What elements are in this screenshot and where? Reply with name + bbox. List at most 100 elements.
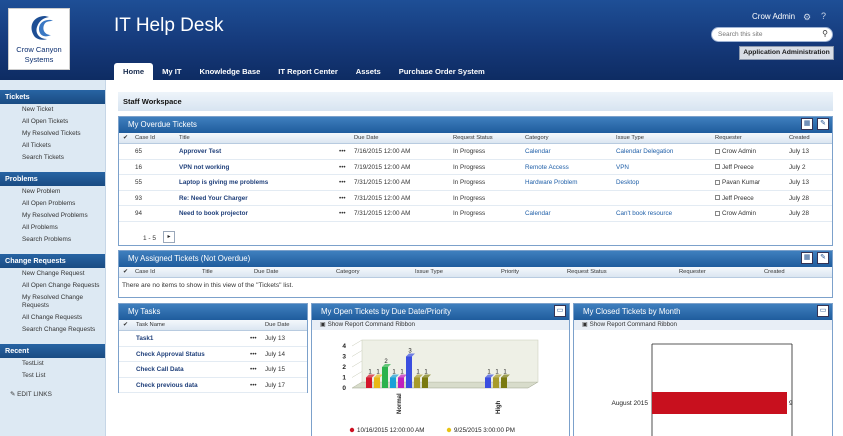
item-menu-icon[interactable]: ••• xyxy=(250,351,257,358)
table-row[interactable]: 16 VPN not working ••• 7/19/2015 12:00 A… xyxy=(119,160,832,175)
col-issue-type[interactable]: Issue Type xyxy=(616,135,644,141)
col-request-status[interactable]: Request Status xyxy=(567,269,607,275)
sidebar-heading-recent[interactable]: Recent xyxy=(0,344,105,358)
col-created[interactable]: Created xyxy=(764,269,785,275)
sidebar-item-test-list[interactable]: Test List xyxy=(0,370,105,382)
nav-tab-assets[interactable]: Assets xyxy=(347,63,390,80)
task-row[interactable]: Check Call Data ••• July 15 xyxy=(119,362,307,378)
issue-type-link[interactable]: VPN xyxy=(616,164,629,171)
col-category[interactable]: Category xyxy=(525,135,549,141)
col-request-status[interactable]: Request Status xyxy=(453,135,493,141)
nav-tab-knowledge-base[interactable]: Knowledge Base xyxy=(191,63,270,80)
item-menu-icon[interactable]: ••• xyxy=(339,148,346,155)
show-report-ribbon-link[interactable]: ▣ Show Report Command Ribbon xyxy=(312,320,569,330)
table-row[interactable]: 93 Re: Need Your Charger ••• 7/31/2015 1… xyxy=(119,191,832,206)
item-menu-icon[interactable]: ••• xyxy=(250,335,257,342)
col-due-date[interactable]: Due Date xyxy=(354,135,379,141)
sidebar-heading-tickets[interactable]: Tickets xyxy=(0,90,105,104)
sidebar-item-all-open-change-requests[interactable]: All Open Change Requests xyxy=(0,280,105,292)
application-administration-button[interactable]: Application Administration xyxy=(739,46,834,60)
select-all-check-icon[interactable]: ✔ xyxy=(123,135,128,141)
requester[interactable]: Jeff Preece xyxy=(715,164,754,171)
task-row[interactable]: Check previous data ••• July 17 xyxy=(119,378,307,393)
edit-links[interactable]: ✎ EDIT LINKS xyxy=(0,390,105,398)
sidebar-item-my-resolved-change-requests[interactable]: My Resolved Change Requests xyxy=(0,292,105,312)
col-title[interactable]: Title xyxy=(179,135,190,141)
item-menu-icon[interactable]: ••• xyxy=(339,179,346,186)
requester[interactable]: Crow Admin xyxy=(715,210,756,217)
ticket-title-link[interactable]: VPN not working xyxy=(179,164,229,171)
requester[interactable]: Crow Admin xyxy=(715,148,756,155)
task-row[interactable]: Check Approval Status ••• July 14 xyxy=(119,347,307,362)
col-task-name[interactable]: Task Name xyxy=(136,322,165,328)
sidebar-item-all-open-tickets[interactable]: All Open Tickets xyxy=(0,116,105,128)
search-icon[interactable]: ⚲ xyxy=(822,29,828,38)
select-all-check-icon[interactable]: ✔ xyxy=(123,269,128,275)
issue-type-link[interactable]: Desktop xyxy=(616,179,639,186)
sidebar-item-search-problems[interactable]: Search Problems xyxy=(0,234,105,246)
nav-tab-it-report-center[interactable]: IT Report Center xyxy=(269,63,347,80)
sidebar-item-all-open-problems[interactable]: All Open Problems xyxy=(0,198,105,210)
sidebar-heading-change-requests[interactable]: Change Requests xyxy=(0,254,105,268)
edit-icon[interactable]: ✎ xyxy=(817,252,829,264)
sidebar-item-new-problem[interactable]: New Problem xyxy=(0,186,105,198)
ticket-title-link[interactable]: Need to book projector xyxy=(179,210,248,217)
nav-tab-purchase-order-system[interactable]: Purchase Order System xyxy=(390,63,494,80)
user-menu[interactable]: Crow Admin xyxy=(752,12,795,21)
item-menu-icon[interactable]: ••• xyxy=(339,164,346,171)
edit-icon[interactable]: ✎ xyxy=(817,118,829,130)
col-category[interactable]: Category xyxy=(336,269,360,275)
sidebar-item-my-resolved-problems[interactable]: My Resolved Problems xyxy=(0,210,105,222)
ticket-title-link[interactable]: Re: Need Your Charger xyxy=(179,195,248,202)
sidebar-item-new-ticket[interactable]: New Ticket xyxy=(0,104,105,116)
export-icon[interactable]: ▭ xyxy=(554,305,566,317)
col-case-id[interactable]: Case Id xyxy=(135,269,155,275)
requester[interactable]: Pavan Kumar xyxy=(715,179,760,186)
col-case-id[interactable]: Case Id xyxy=(135,135,155,141)
sidebar-heading-problems[interactable]: Problems xyxy=(0,172,105,186)
ticket-title-link[interactable]: Approver Test xyxy=(179,148,221,155)
col-title[interactable]: Title xyxy=(202,269,213,275)
closed-tickets-chart[interactable]: August 2015 9 xyxy=(574,330,834,436)
category-link[interactable]: Calendar xyxy=(525,210,551,217)
col-requester[interactable]: Requester xyxy=(679,269,706,275)
col-task-due-date[interactable]: Due Date xyxy=(265,322,290,328)
requester[interactable]: Jeff Preece xyxy=(715,195,754,202)
item-menu-icon[interactable]: ••• xyxy=(250,366,257,373)
item-menu-icon[interactable]: ••• xyxy=(250,382,257,389)
ticket-title-link[interactable]: Laptop is giving me problems xyxy=(179,179,268,186)
export-icon[interactable]: ▦ xyxy=(801,252,813,264)
export-icon[interactable]: ▦ xyxy=(801,118,813,130)
issue-type-link[interactable]: Can't book resource xyxy=(616,210,672,217)
export-icon[interactable]: ▭ xyxy=(817,305,829,317)
task-row[interactable]: Task1 ••• July 13 xyxy=(119,331,307,347)
sidebar-item-search-change-requests[interactable]: Search Change Requests xyxy=(0,324,105,336)
table-row[interactable]: 94 Need to book projector ••• 7/31/2015 … xyxy=(119,206,832,222)
category-link[interactable]: Remote Access xyxy=(525,164,569,171)
nav-tab-my-it[interactable]: My IT xyxy=(153,63,190,80)
col-created[interactable]: Created xyxy=(789,135,810,141)
task-name-link[interactable]: Check Approval Status xyxy=(136,351,205,358)
col-issue-type[interactable]: Issue Type xyxy=(415,269,443,275)
help-icon[interactable]: ? xyxy=(821,11,826,21)
sidebar-item-testlist[interactable]: TestList xyxy=(0,358,105,370)
col-requester[interactable]: Requester xyxy=(715,135,742,141)
search-input[interactable] xyxy=(718,28,822,41)
sidebar-item-search-tickets[interactable]: Search Tickets xyxy=(0,152,105,164)
sidebar-item-new-change-request[interactable]: New Change Request xyxy=(0,268,105,280)
open-tickets-chart[interactable]: 012341 121 131 1Normal1 1 1High10/16/2015 12:… xyxy=(312,330,571,436)
task-name-link[interactable]: Check Call Data xyxy=(136,366,184,373)
table-row[interactable]: 55 Laptop is giving me problems ••• 7/31… xyxy=(119,175,832,191)
sidebar-item-all-problems[interactable]: All Problems xyxy=(0,222,105,234)
issue-type-link[interactable]: Calendar Delegation xyxy=(616,148,673,155)
task-name-link[interactable]: Check previous data xyxy=(136,382,198,389)
company-logo[interactable]: Crow Canyon Systems xyxy=(8,8,70,70)
nav-tab-home[interactable]: Home xyxy=(114,63,154,80)
item-menu-icon[interactable]: ••• xyxy=(339,210,346,217)
gear-icon[interactable]: ⚙ xyxy=(803,12,811,23)
sidebar-item-all-change-requests[interactable]: All Change Requests xyxy=(0,312,105,324)
select-all-check-icon[interactable]: ✔ xyxy=(123,322,128,328)
next-page-icon[interactable]: ▸ xyxy=(163,231,175,243)
item-menu-icon[interactable]: ••• xyxy=(339,195,346,202)
table-row[interactable]: 65 Approver Test ••• 7/16/2015 12:00 AM … xyxy=(119,144,832,160)
